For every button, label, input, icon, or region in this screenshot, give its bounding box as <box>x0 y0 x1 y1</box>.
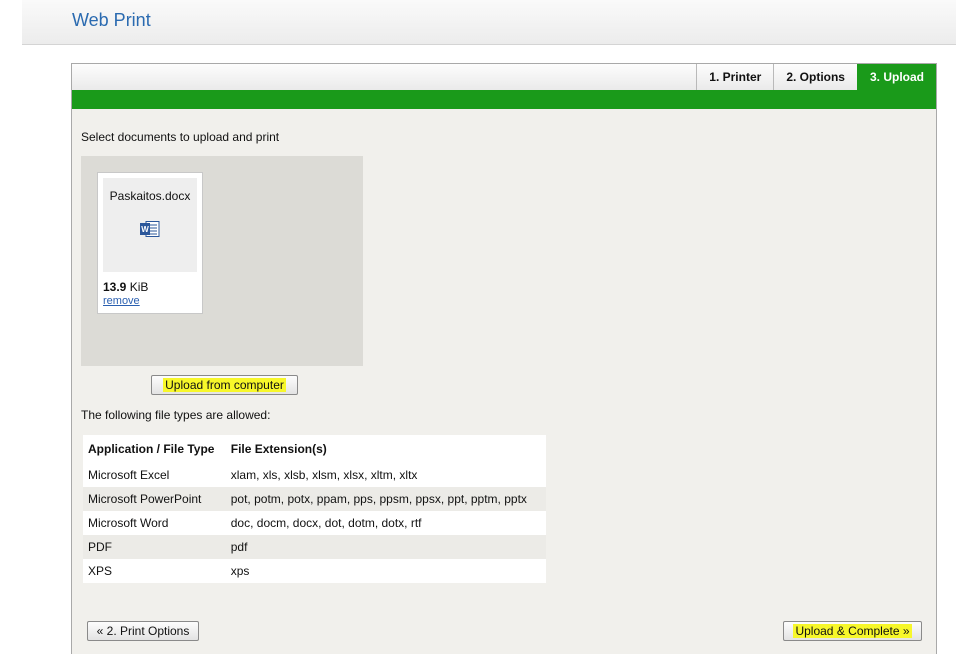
allowed-types-intro: The following file types are allowed: <box>81 408 271 422</box>
file-preview: Paskaitos.docx W <box>103 178 197 272</box>
file-type-cell: Microsoft PowerPoint <box>83 487 226 511</box>
column-header-extensions: File Extension(s) <box>225 435 546 463</box>
app-title: Web Print <box>72 10 151 30</box>
upload-from-computer-button[interactable]: Upload from computer <box>151 375 298 395</box>
file-name: Paskaitos.docx <box>109 189 191 203</box>
file-type-cell: Microsoft Word <box>83 511 226 535</box>
web-print-panel: 1. Printer 2. Options 3. Upload Select d… <box>71 63 937 654</box>
upload-from-computer-label: Upload from computer <box>163 378 286 392</box>
tab-options[interactable]: 2. Options <box>773 64 857 90</box>
step-progress-bar <box>72 90 936 109</box>
remove-file-link[interactable]: remove <box>103 295 140 307</box>
table-row: Microsoft Word doc, docm, docx, dot, dot… <box>83 511 546 535</box>
table-row: Microsoft Excel xlam, xls, xlsb, xlsm, x… <box>83 463 546 487</box>
word-document-icon: W <box>140 221 160 237</box>
back-to-print-options-button[interactable]: « 2. Print Options <box>87 621 199 641</box>
table-row: PDF pdf <box>83 535 546 559</box>
file-size: 13.9 KiB <box>103 280 148 294</box>
table-header-row: Application / File Type File Extension(s… <box>83 435 546 463</box>
top-header-bar: Web Print <box>22 0 956 45</box>
file-type-cell: Microsoft Excel <box>83 463 226 487</box>
extensions-cell: pdf <box>225 535 546 559</box>
extensions-cell: xlam, xls, xlsb, xlsm, xlsx, xltm, xltx <box>225 463 546 487</box>
column-header-application: Application / File Type <box>83 435 226 463</box>
tab-printer[interactable]: 1. Printer <box>696 64 773 90</box>
upload-instruction: Select documents to upload and print <box>81 130 280 144</box>
table-row: Microsoft PowerPoint pot, potm, potx, pp… <box>83 487 546 511</box>
tab-upload[interactable]: 3. Upload <box>856 64 936 90</box>
step-tabs: 1. Printer 2. Options 3. Upload <box>696 64 936 90</box>
upload-and-complete-button[interactable]: Upload & Complete » <box>783 621 922 641</box>
extensions-cell: pot, potm, potx, ppam, pps, ppsm, ppsx, … <box>225 487 546 511</box>
file-size-unit: KiB <box>126 280 149 294</box>
file-size-value: 13.9 <box>103 280 127 294</box>
file-type-cell: PDF <box>83 535 226 559</box>
table-row: XPS xps <box>83 559 546 583</box>
svg-text:W: W <box>141 225 149 234</box>
upload-and-complete-label: Upload & Complete » <box>793 624 912 638</box>
uploaded-file-card: Paskaitos.docx W 13.9 KiB remove <box>97 172 203 314</box>
step-tab-bar: 1. Printer 2. Options 3. Upload <box>72 64 936 90</box>
file-drop-zone[interactable]: Paskaitos.docx W 13.9 KiB remove <box>81 156 363 366</box>
file-type-cell: XPS <box>83 559 226 583</box>
extensions-cell: doc, docm, docx, dot, dotm, dotx, rtf <box>225 511 546 535</box>
extensions-cell: xps <box>225 559 546 583</box>
allowed-file-types-table: Application / File Type File Extension(s… <box>83 435 546 583</box>
